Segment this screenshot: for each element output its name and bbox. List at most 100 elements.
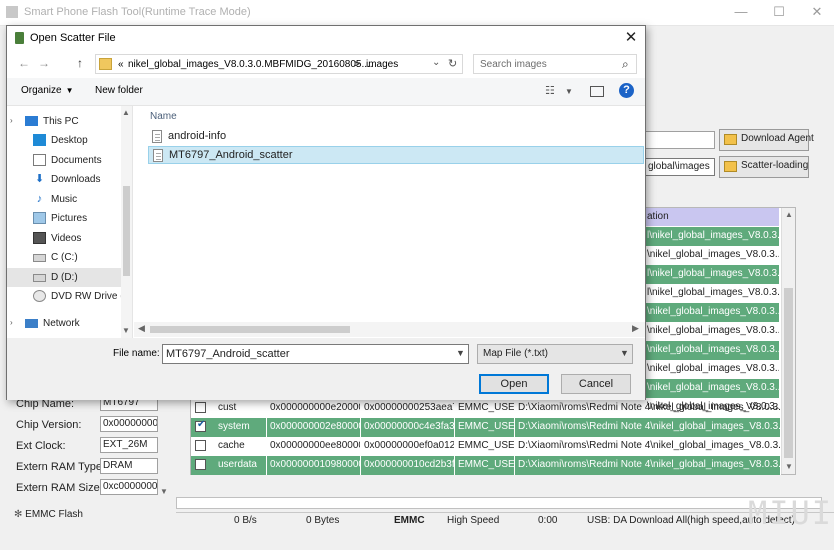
table-row[interactable]: cust 0x000000000e200000 0x00000000253aea73…	[191, 399, 781, 418]
app-icon	[6, 6, 18, 18]
table-row[interactable]: \nikel_global_images_V8.0.3...	[641, 246, 779, 265]
tree-item[interactable]: Network	[7, 314, 121, 333]
tree-item[interactable]: ♪ Music	[7, 190, 121, 209]
tree-item[interactable]: Pictures	[7, 209, 121, 228]
tree-item[interactable]: C (C:)	[7, 248, 121, 267]
table-row[interactable]: \nikel_global_images_V8.0.3...	[641, 360, 779, 379]
organize-label: Organize	[21, 85, 62, 96]
tree-scroll-up-arrow[interactable]: ▲	[122, 108, 130, 117]
pictures-icon	[33, 212, 46, 224]
breadcrumb-overflow[interactable]: «	[118, 59, 124, 70]
row-type: EMMC_USER	[455, 456, 515, 475]
chip-info-value: 0x00000000	[100, 416, 158, 432]
close-main-button[interactable]: ✕	[802, 4, 832, 20]
maximize-button[interactable]: ☐	[764, 4, 794, 20]
column-header-name[interactable]: Name	[150, 111, 177, 122]
tree-item[interactable]: D (D:)	[7, 268, 121, 287]
status-bar: 0 B/s 0 Bytes EMMC High Speed 0:00 USB: …	[176, 512, 834, 529]
file-list-hscroll-thumb[interactable]	[150, 326, 350, 333]
breadcrumb-separator[interactable]: >	[354, 59, 360, 70]
dialog-close-button[interactable]: ✕	[621, 28, 641, 48]
row-checkbox[interactable]	[195, 402, 206, 413]
back-arrow-icon[interactable]: ←	[17, 56, 31, 70]
tree-item[interactable]: Videos	[7, 229, 121, 248]
minimize-button[interactable]: —	[726, 4, 756, 20]
tree-item[interactable]: This PC	[7, 112, 121, 131]
scroll-up-arrow[interactable]: ▲	[785, 210, 793, 219]
table-scrollbar[interactable]: ▲ ▼	[781, 208, 795, 474]
file-name-dropdown-icon[interactable]: ▼	[456, 348, 465, 358]
view-dropdown-icon[interactable]: ▼	[565, 87, 579, 99]
table-row[interactable]: \nikel_global_images_V8.0.3...	[641, 341, 779, 360]
search-box[interactable]: Search images ⌕	[473, 54, 637, 74]
address-dropdown-icon[interactable]: ⌄	[432, 57, 440, 68]
table-row[interactable]: \nikel_global_images_V8.0.3...	[641, 379, 779, 398]
chip-scroll-down-arrow[interactable]: ▼	[160, 487, 168, 496]
scatter-path-field[interactable]: global\images	[645, 158, 715, 176]
table-row[interactable]: userdata 0x0000000109800000 0x000000010cd2…	[191, 456, 781, 475]
preview-pane-icon[interactable]	[590, 86, 604, 97]
scroll-left-arrow[interactable]: ◀	[138, 323, 145, 334]
file-type-select[interactable]: Map File (*.txt) ▼	[477, 344, 633, 364]
scroll-right-arrow[interactable]: ▶	[632, 323, 639, 334]
address-bar[interactable]: « nikel_global_images_V8.0.3.0.MBFMIDG_2…	[95, 54, 463, 74]
search-input[interactable]: Search images	[480, 59, 547, 70]
file-list-hscrollbar[interactable]: ◀ ▶	[134, 322, 645, 337]
table-row[interactable]: l\nikel_global_images_V8.0.3...	[641, 265, 779, 284]
row-checkbox[interactable]	[195, 419, 206, 432]
dialog-title: Open Scatter File	[30, 32, 116, 44]
row-end: 0x000000010cd2b3ff	[361, 456, 455, 475]
file-name-label: File name:	[113, 348, 160, 359]
new-folder-button[interactable]: New folder	[95, 85, 143, 96]
tree-item[interactable]: Documents	[7, 151, 121, 170]
table-row[interactable]: system0x000000002e8000000x00000000c4e3fa…	[191, 418, 781, 437]
tree-item[interactable]: ⬇ Downloads	[7, 170, 121, 189]
status-speed: 0 B/s	[234, 515, 257, 526]
search-icon[interactable]: ⌕	[622, 57, 629, 72]
row-begin: 0x000000000e200000	[267, 399, 361, 418]
organize-button[interactable]: Organize ▼	[21, 85, 74, 96]
table-row[interactable]: l\nikel_global_images_V8.0.3...	[641, 284, 779, 303]
file-list-item[interactable]: android-info	[148, 128, 644, 146]
view-options-icon[interactable]: ☷	[545, 84, 559, 97]
tree-item[interactable]: Desktop	[7, 131, 121, 150]
chip-info-label: Chip Version:	[16, 419, 82, 431]
gear-icon: ✻	[14, 509, 23, 520]
scroll-down-arrow[interactable]: ▼	[785, 462, 793, 471]
row-checkbox[interactable]	[195, 440, 206, 451]
chip-info-label: Extern RAM Size:	[16, 482, 103, 494]
scatter-loading-button[interactable]: Scatter-loading	[719, 156, 809, 178]
cancel-button[interactable]: Cancel	[561, 374, 631, 394]
table-row[interactable]: l\nikel_global_images_V8.0.3...	[641, 227, 779, 246]
tree-expand-icon[interactable]: ›	[10, 116, 13, 125]
download-agent-button[interactable]: Download Agent	[719, 129, 814, 151]
chip-info-value: EXT_26M	[100, 437, 158, 453]
table-row[interactable]: \nikel_global_images_V8.0.3...	[641, 303, 779, 322]
up-arrow-icon[interactable]: ↑	[73, 56, 87, 70]
tree-scroll-down-arrow[interactable]: ▼	[122, 326, 130, 335]
forward-arrow-icon[interactable]: →	[37, 56, 51, 70]
breadcrumb-current[interactable]: images	[366, 59, 398, 70]
open-button[interactable]: Open	[479, 374, 549, 394]
table-row[interactable]: \nikel_global_images_V8.0.3...	[641, 322, 779, 341]
file-name-input[interactable]: MT6797_Android_scatter ▼	[162, 344, 469, 364]
dialog-body: This PC Desktop Documents ⬇ Downloads ♪ Music P…	[7, 106, 645, 338]
tree-expand-icon[interactable]: ›	[10, 318, 13, 327]
dialog-titlebar: Open Scatter File ✕	[7, 26, 645, 50]
row-type: EMMC_USER	[455, 399, 515, 418]
table-scroll-thumb[interactable]	[784, 288, 793, 458]
tree-scroll-thumb[interactable]	[123, 186, 130, 276]
table-row[interactable]: cache 0x00000000ee800000 0x00000000ef0a012…	[191, 437, 781, 456]
documents-icon	[33, 154, 46, 166]
row-checkbox[interactable]	[195, 459, 206, 470]
tree-scrollbar[interactable]: ▲ ▼	[121, 106, 132, 338]
column-header-location[interactable]: ation	[641, 208, 779, 226]
refresh-icon[interactable]: ↻	[448, 57, 457, 70]
tree-item[interactable]: DVD RW Drive (E	[7, 287, 121, 306]
status-bytes: 0 Bytes	[306, 515, 340, 526]
file-list-item[interactable]: MT6797_Android_scatter	[148, 146, 644, 164]
breadcrumb-parent[interactable]: nikel_global_images_V8.0.3.0.MBFMIDG_201…	[128, 59, 373, 70]
help-icon[interactable]: ?	[619, 83, 634, 98]
download-agent-path-field[interactable]	[645, 131, 715, 149]
music-icon: ♪	[33, 193, 46, 205]
